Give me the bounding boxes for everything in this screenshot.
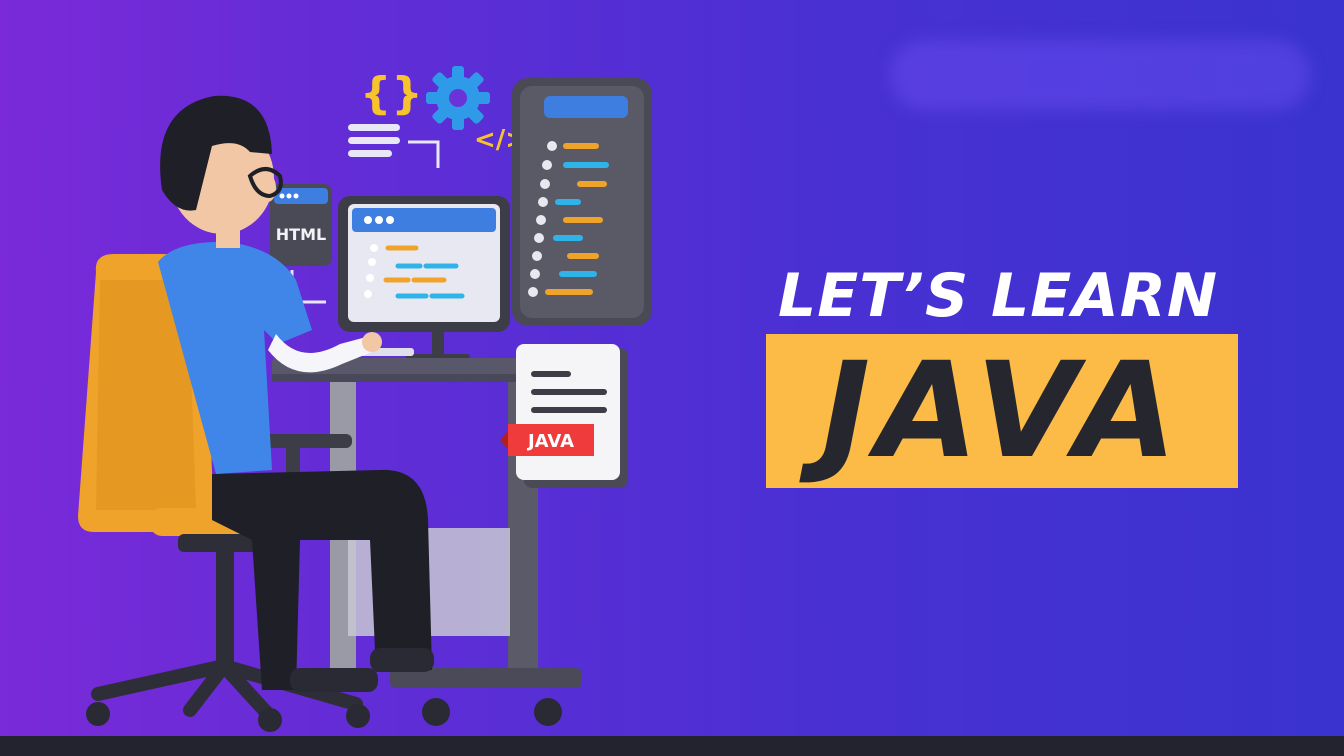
developer-illustration: {} </> HTML JAVA <box>78 66 652 732</box>
gear-icon <box>426 66 490 130</box>
html-card: HTML <box>270 184 332 266</box>
curly-braces-icon: {} <box>360 68 423 119</box>
code-panel <box>512 78 652 326</box>
java-banner: JAVA <box>766 334 1238 488</box>
java-title: JAVA <box>821 334 1183 488</box>
java-document: JAVA <box>500 344 628 488</box>
floor-strip <box>0 736 1344 756</box>
thumbnail-canvas: {} </> HTML JAVA LET’S LEARN JAVA <box>0 0 1344 756</box>
connector-line <box>408 140 440 168</box>
java-ribbon-label: JAVA <box>526 431 574 452</box>
svg-text:{}: {} <box>360 68 423 119</box>
html-card-label: HTML <box>276 225 326 244</box>
headline-top: LET’S LEARN <box>778 261 1219 331</box>
text-lines-icon <box>348 124 400 157</box>
monitor <box>338 196 510 360</box>
background-glow <box>890 40 1310 110</box>
